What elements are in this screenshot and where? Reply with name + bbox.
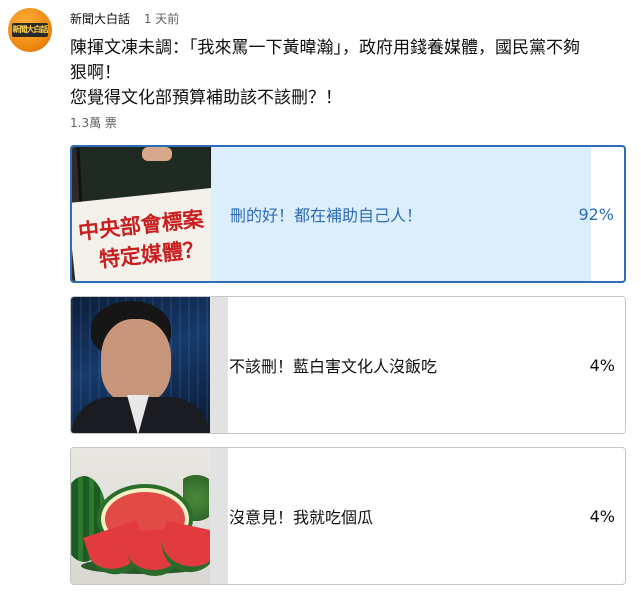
option-percent: 4% xyxy=(589,355,615,375)
option-label: 刪的好！都在補助自己人！ xyxy=(230,206,423,225)
option-percent: 92% xyxy=(578,204,614,224)
post-line: 狠啊！ xyxy=(70,63,121,83)
poll-option-1[interactable]: 中央部會標案 特定媒體？ 刪的好！都在補助自己人！ 92% xyxy=(70,145,626,283)
option-image: 中央部會標案 特定媒體？ xyxy=(72,147,211,281)
poll-option-2[interactable]: 不該刪！藍白害文化人沒飯吃 4% xyxy=(70,296,626,434)
protest-sign: 中央部會標案 特定媒體？ xyxy=(72,187,211,281)
hand-image xyxy=(142,147,172,161)
post-text: 陳揮文凍未調：「我來罵一下黃暐瀚」，政府用錢養媒體，國民黨不夠 狠啊！ 您覺得文… xyxy=(70,36,630,111)
person-face xyxy=(101,319,171,403)
option-label: 沒意見！我就吃個瓜 xyxy=(229,508,374,527)
avatar-logo-text: 新聞大白話 xyxy=(12,23,49,37)
post-time[interactable]: 1 天前 xyxy=(144,12,179,26)
option-image xyxy=(71,297,210,433)
post-line: 您覺得文化部預算補助該不該刪？！ xyxy=(70,88,342,108)
poll-option-3[interactable]: 沒意見！我就吃個瓜 4% xyxy=(70,447,626,585)
vote-count: 1.3萬 票 xyxy=(70,116,117,130)
post-line: 陳揮文凍未調：「我來罵一下黃暐瀚」，政府用錢養媒體，國民黨不夠 xyxy=(70,38,580,58)
post-header: 新聞大白話 1 天前 xyxy=(70,10,179,27)
option-label: 不該刪！藍白害文化人沒飯吃 xyxy=(229,357,438,376)
channel-name[interactable]: 新聞大白話 xyxy=(70,12,130,26)
option-percent: 4% xyxy=(589,506,615,526)
channel-avatar[interactable]: 新聞大白話 xyxy=(8,8,52,52)
option-image xyxy=(71,448,210,584)
